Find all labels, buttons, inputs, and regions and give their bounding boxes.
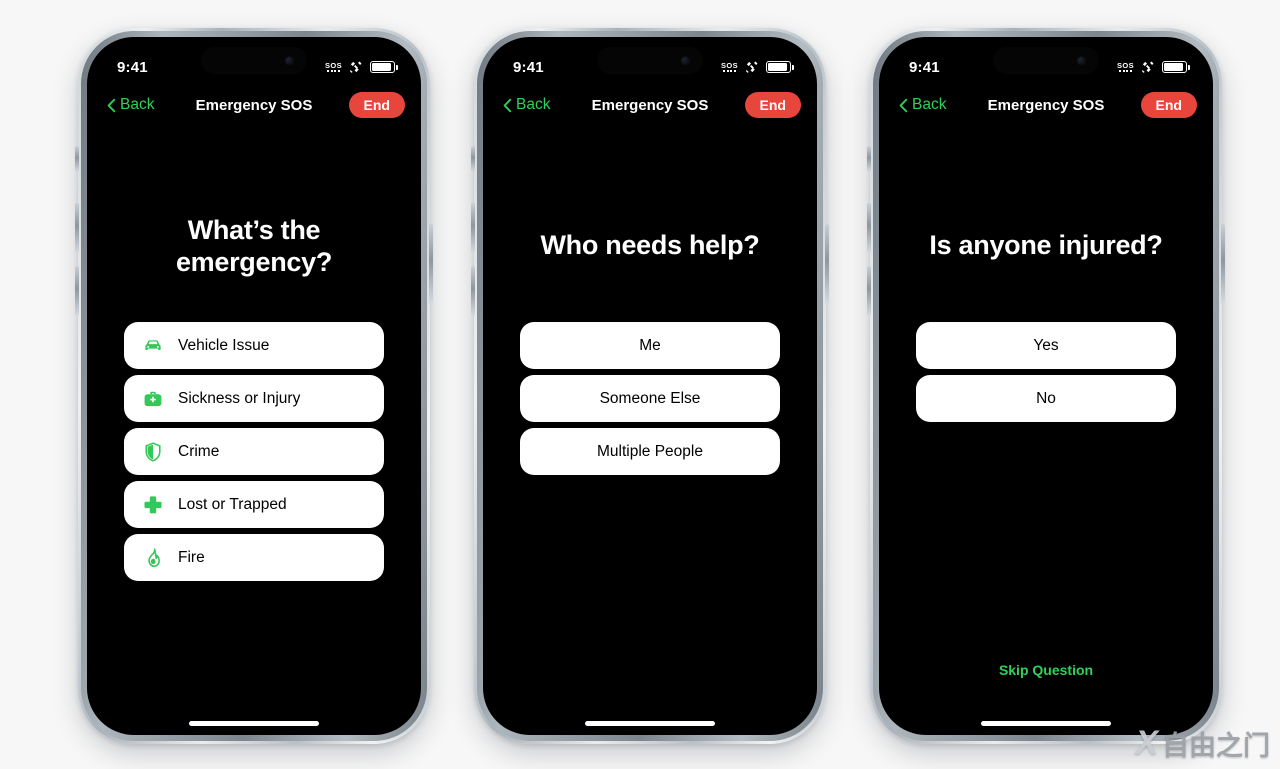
silent-switch[interactable] bbox=[75, 146, 79, 172]
option-label: Yes bbox=[1033, 336, 1059, 354]
back-label: Back bbox=[516, 96, 551, 113]
option-yes[interactable]: Yes bbox=[916, 322, 1176, 369]
status-indicators: SOS bbox=[721, 60, 794, 74]
home-indicator[interactable] bbox=[585, 721, 715, 726]
option-lost-or-trapped[interactable]: Lost or Trapped bbox=[124, 481, 384, 528]
silent-switch[interactable] bbox=[471, 146, 475, 172]
screenshot-stage: 9:41 SOS Back Emergency SOS End What’s t… bbox=[0, 0, 1280, 769]
back-label: Back bbox=[912, 96, 947, 113]
nav-bar: Back Emergency SOS End bbox=[879, 83, 1213, 127]
volume-down-button[interactable] bbox=[75, 266, 79, 316]
car-icon bbox=[145, 339, 161, 350]
silent-switch[interactable] bbox=[867, 146, 871, 172]
option-list: Vehicle Issue Sickness or Injury Crime L… bbox=[87, 322, 421, 587]
option-label: Sickness or Injury bbox=[178, 389, 301, 407]
volume-down-button[interactable] bbox=[867, 266, 871, 316]
option-list: Me Someone Else Multiple People bbox=[483, 322, 817, 481]
end-call-button[interactable]: End bbox=[744, 92, 801, 118]
status-bar: 9:41 SOS bbox=[879, 37, 1213, 83]
option-me[interactable]: Me bbox=[520, 322, 780, 369]
back-button[interactable]: Back bbox=[499, 94, 554, 116]
volume-up-button[interactable] bbox=[867, 203, 871, 253]
phone-mockup-3: 9:41 SOS Back Emergency SOS End Is anyon… bbox=[867, 28, 1225, 744]
battery-icon bbox=[1162, 61, 1190, 73]
satellite-icon bbox=[349, 61, 362, 73]
medical-bag-icon bbox=[144, 391, 162, 406]
option-fire[interactable]: Fire bbox=[124, 534, 384, 581]
status-bar: 9:41 SOS bbox=[483, 37, 817, 83]
end-call-button[interactable]: End bbox=[1140, 92, 1197, 118]
skip-question-button[interactable]: Skip Question bbox=[879, 662, 1213, 678]
status-indicators: SOS bbox=[1117, 60, 1190, 74]
option-label: Me bbox=[639, 336, 661, 354]
question-title: Is anyone injured? bbox=[929, 230, 1163, 260]
screen-content-3: Is anyone injured? Yes No Skip Question bbox=[879, 127, 1213, 735]
phone-screen-3: 9:41 SOS Back Emergency SOS End Is anyon… bbox=[879, 37, 1213, 735]
power-button[interactable] bbox=[1221, 224, 1225, 304]
option-label: Crime bbox=[178, 442, 220, 460]
option-label: Fire bbox=[178, 548, 205, 566]
sos-signal-icon: SOS bbox=[721, 62, 738, 73]
back-button[interactable]: Back bbox=[103, 94, 158, 116]
back-button[interactable]: Back bbox=[895, 94, 950, 116]
back-label: Back bbox=[120, 96, 155, 113]
option-no[interactable]: No bbox=[916, 375, 1176, 422]
cross-icon bbox=[144, 495, 162, 513]
screen-content-1: What’s the emergency? Vehicle Issue Sick… bbox=[87, 127, 421, 735]
volume-up-button[interactable] bbox=[75, 203, 79, 253]
status-indicators: SOS bbox=[325, 60, 398, 74]
option-label: No bbox=[1036, 389, 1056, 407]
status-time: 9:41 bbox=[513, 58, 544, 76]
sos-signal-icon: SOS bbox=[325, 62, 342, 73]
chevron-left-icon bbox=[899, 98, 908, 112]
option-sickness-or-injury[interactable]: Sickness or Injury bbox=[124, 375, 384, 422]
phone-mockup-1: 9:41 SOS Back Emergency SOS End What’s t… bbox=[75, 28, 433, 744]
option-vehicle-issue[interactable]: Vehicle Issue bbox=[124, 322, 384, 369]
home-indicator[interactable] bbox=[189, 721, 319, 726]
satellite-icon bbox=[1141, 61, 1154, 73]
flame-icon bbox=[148, 547, 160, 567]
power-button[interactable] bbox=[825, 224, 829, 304]
battery-icon bbox=[766, 61, 794, 73]
question-title: What’s the emergency? bbox=[175, 215, 333, 277]
option-list: Yes No bbox=[879, 322, 1213, 428]
option-multiple-people[interactable]: Multiple People bbox=[520, 428, 780, 475]
option-label: Vehicle Issue bbox=[178, 336, 270, 354]
option-label: Lost or Trapped bbox=[178, 495, 287, 513]
home-indicator[interactable] bbox=[981, 721, 1111, 726]
status-time: 9:41 bbox=[909, 58, 940, 76]
option-label: Multiple People bbox=[597, 442, 703, 460]
power-button[interactable] bbox=[429, 224, 433, 304]
phone-screen-1: 9:41 SOS Back Emergency SOS End What’s t… bbox=[87, 37, 421, 735]
screen-content-2: Who needs help? Me Someone Else Multiple… bbox=[483, 127, 817, 735]
nav-bar: Back Emergency SOS End bbox=[87, 83, 421, 127]
option-crime[interactable]: Crime bbox=[124, 428, 384, 475]
status-bar: 9:41 SOS bbox=[87, 37, 421, 83]
battery-icon bbox=[370, 61, 398, 73]
question-title: Who needs help? bbox=[540, 230, 760, 260]
shield-icon bbox=[145, 441, 161, 462]
volume-up-button[interactable] bbox=[471, 203, 475, 253]
phone-mockup-2: 9:41 SOS Back Emergency SOS End Who need… bbox=[471, 28, 829, 744]
status-time: 9:41 bbox=[117, 58, 148, 76]
option-label: Someone Else bbox=[599, 389, 701, 407]
chevron-left-icon bbox=[503, 98, 512, 112]
volume-down-button[interactable] bbox=[471, 266, 475, 316]
sos-signal-icon: SOS bbox=[1117, 62, 1134, 73]
phone-screen-2: 9:41 SOS Back Emergency SOS End Who need… bbox=[483, 37, 817, 735]
option-someone-else[interactable]: Someone Else bbox=[520, 375, 780, 422]
end-call-button[interactable]: End bbox=[348, 92, 405, 118]
chevron-left-icon bbox=[107, 98, 116, 112]
nav-bar: Back Emergency SOS End bbox=[483, 83, 817, 127]
satellite-icon bbox=[745, 61, 758, 73]
